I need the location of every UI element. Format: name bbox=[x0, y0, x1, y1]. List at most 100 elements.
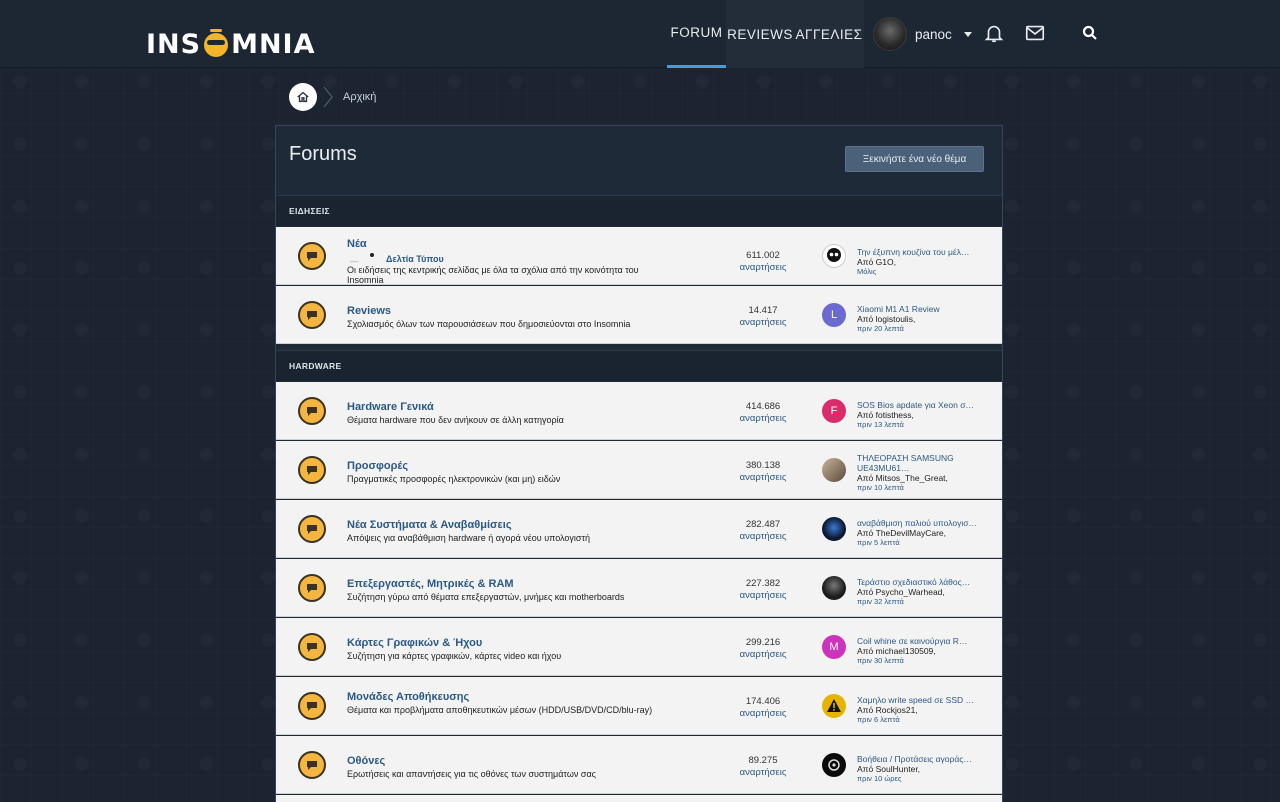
last-post-title[interactable]: Την έξυπνη κουζίνα του μέλ… bbox=[857, 247, 982, 257]
chat-bubble-icon bbox=[298, 751, 326, 779]
chat-bubble-icon bbox=[298, 692, 326, 720]
bell-icon[interactable] bbox=[983, 22, 1005, 44]
last-post-time[interactable]: Μόλις bbox=[857, 267, 982, 277]
site-logo[interactable]: INS MNIA bbox=[146, 29, 316, 60]
last-post-time[interactable]: πριν 32 λεπτά bbox=[857, 597, 982, 607]
breadcrumb-home-link[interactable]: Αρχική bbox=[343, 91, 376, 103]
last-post-author[interactable]: Από Mitsos_The_Great, bbox=[857, 473, 982, 483]
post-count-label: αναρτήσεις bbox=[739, 649, 787, 660]
forum-title[interactable]: Προσφορές bbox=[347, 460, 408, 472]
forum-stats: 282.487 αναρτήσεις bbox=[723, 519, 803, 543]
forum-title[interactable]: Κάρτες Γραφικών & Ήχου bbox=[347, 637, 482, 649]
last-post-time[interactable]: πριν 10 ώρες bbox=[857, 774, 982, 784]
chat-bubble-icon bbox=[298, 242, 326, 270]
last-post-author[interactable]: Από G1O, bbox=[857, 257, 982, 267]
forum-row: Νέα — Δελτία Τύπου Οι ειδήσεις της κεντρ… bbox=[276, 227, 1002, 285]
forum-title[interactable]: Επεξεργαστές, Μητρικές & RAM bbox=[347, 578, 514, 590]
last-post: SOS Bios apdate για Xeon σ… Από fotisthe… bbox=[857, 400, 982, 430]
chevron-right-icon bbox=[323, 86, 333, 108]
last-post-time[interactable]: πριν 30 λεπτά bbox=[857, 656, 982, 666]
forum-row: Reviews Σχολιασμός όλων των παρουσιάσεων… bbox=[276, 286, 1002, 344]
last-post-title[interactable]: Χαμηλο write speed σε SSD … bbox=[857, 695, 982, 705]
mail-icon[interactable] bbox=[1024, 22, 1046, 44]
post-count: 299.216 bbox=[745, 637, 781, 648]
last-post-time[interactable]: πριν 6 λεπτά bbox=[857, 715, 982, 725]
post-count: 14.417 bbox=[748, 305, 778, 316]
last-post-author[interactable]: Από Rockjos21, bbox=[857, 705, 982, 715]
last-post-title[interactable]: ΤΗΛΕΟΡΑΣΗ SAMSUNG UE43MU61… bbox=[857, 453, 982, 473]
category-header-hardware[interactable]: HARDWARE bbox=[276, 350, 1002, 381]
avatar[interactable] bbox=[822, 244, 846, 268]
last-post-title[interactable]: SOS Bios apdate για Xeon σ… bbox=[857, 400, 982, 410]
forum-title[interactable]: Μονάδες Αποθήκευσης bbox=[347, 691, 469, 703]
forum-stats: 227.382 αναρτήσεις bbox=[723, 578, 803, 602]
logo-text-left: INS bbox=[146, 29, 202, 60]
chat-bubble-icon bbox=[298, 301, 326, 329]
forum-row: Νέα Συστήματα & Αναβαθμίσεις Απόψεις για… bbox=[276, 500, 1002, 558]
forum-title[interactable]: Νέα Συστήματα & Αναβαθμίσεις bbox=[347, 519, 512, 531]
chat-bubble-icon bbox=[298, 574, 326, 602]
last-post-title[interactable]: Xiaomi M1 A1 Review bbox=[857, 304, 982, 314]
forum-title[interactable]: Νέα bbox=[347, 238, 367, 250]
last-post-author[interactable]: Από TheDevilMayCare, bbox=[857, 528, 982, 538]
category-header-news[interactable]: ΕΙΔΗΣΕΙΣ bbox=[276, 195, 1002, 226]
forum-title[interactable]: Οθόνες bbox=[347, 755, 385, 767]
avatar[interactable] bbox=[822, 517, 846, 541]
last-post-time[interactable]: πριν 5 λεπτά bbox=[857, 538, 982, 548]
forum-title[interactable]: Reviews bbox=[347, 305, 391, 317]
post-count: 414.686 bbox=[745, 401, 781, 412]
forum-description: Θέματα hardware που δεν ανήκουν σε άλλη … bbox=[347, 415, 564, 425]
last-post-title[interactable]: Coil whine σε καινούργια R… bbox=[857, 636, 982, 646]
avatar bbox=[873, 17, 907, 51]
last-post-author[interactable]: Από michael130509, bbox=[857, 646, 982, 656]
post-count-label: αναρτήσεις bbox=[739, 767, 787, 778]
last-post-title[interactable]: αναβάθμιση παλιού υπολογισ… bbox=[857, 518, 982, 528]
home-button[interactable] bbox=[289, 83, 317, 111]
nav-tab-reviews[interactable]: REVIEWS bbox=[726, 0, 794, 68]
forum-row: Προσφορές Πραγματικές προσφορές ηλεκτρον… bbox=[276, 441, 1002, 499]
user-menu[interactable]: panoc bbox=[873, 16, 972, 52]
search-icon[interactable] bbox=[1082, 25, 1098, 41]
subforum-link[interactable]: Δελτία Τύπου bbox=[386, 254, 444, 264]
last-post-time[interactable]: πριν 20 λεπτά bbox=[857, 324, 982, 334]
last-post-title[interactable]: Βοήθεια / Προτάσεις αγοράς… bbox=[857, 754, 982, 764]
post-count: 380.138 bbox=[745, 460, 781, 471]
last-post-time[interactable]: πριν 10 λεπτά bbox=[857, 483, 982, 493]
forum-stats: 414.686 αναρτήσεις bbox=[723, 401, 803, 425]
forum-description: Πραγματικές προσφορές ηλεκτρονικών (και … bbox=[347, 474, 561, 484]
forum-stats: 611.002 αναρτήσεις bbox=[723, 250, 803, 274]
nav-tab-forum[interactable]: FORUM bbox=[667, 0, 726, 68]
hunter-emblem-icon bbox=[828, 759, 840, 771]
new-thread-button[interactable]: Ξεκινήστε ένα νέο θέμα bbox=[845, 146, 984, 172]
forum-description: Συζήτηση γύρω από θέματα επεξεργαστών, μ… bbox=[347, 592, 625, 602]
avatar[interactable]: L bbox=[822, 303, 846, 327]
forum-title[interactable]: Hardware Γενικά bbox=[347, 401, 434, 413]
home-icon bbox=[297, 91, 309, 103]
last-post-author[interactable]: Από fotisthess, bbox=[857, 410, 982, 420]
last-post-author[interactable]: Από logistoulis, bbox=[857, 314, 982, 324]
last-post-time[interactable]: πριν 13 λεπτά bbox=[857, 420, 982, 430]
post-count: 174.406 bbox=[745, 696, 781, 707]
avatar[interactable] bbox=[822, 576, 846, 600]
last-post: Coil whine σε καινούργια R… Από michael1… bbox=[857, 636, 982, 666]
forum-row: Μονάδες Αποθήκευσης Θέματα και προβλήματ… bbox=[276, 677, 1002, 735]
forum-row: Οθόνες Ερωτήσεις και απαντήσεις για τις … bbox=[276, 736, 1002, 794]
forum-row: Επεξεργαστές, Μητρικές & RAM Συζήτηση γύ… bbox=[276, 559, 1002, 617]
avatar[interactable] bbox=[822, 694, 846, 718]
forum-description: Συζήτηση για κάρτες γραφικών, κάρτες vid… bbox=[347, 651, 562, 661]
last-post-title[interactable]: Τεράστιο σχεδιαστικό λάθος… bbox=[857, 577, 982, 587]
avatar[interactable]: F bbox=[822, 399, 846, 423]
avatar[interactable] bbox=[822, 753, 846, 777]
forum-description: Σχολιασμός όλων των παρουσιάσεων που δημ… bbox=[347, 319, 631, 329]
forum-row-partial bbox=[276, 795, 1002, 802]
nav-tab-classifieds[interactable]: ΑΓΓΕΛΙΕΣ bbox=[794, 0, 864, 68]
forum-description: Απόψεις για αναβάθμιση hardware ή αγορά … bbox=[347, 533, 591, 543]
last-post-author[interactable]: Από Psycho_Warhead, bbox=[857, 587, 982, 597]
last-post: Βοήθεια / Προτάσεις αγοράς… Από SoulHunt… bbox=[857, 754, 982, 784]
avatar[interactable]: M bbox=[822, 635, 846, 659]
forum-row: Hardware Γενικά Θέματα hardware που δεν … bbox=[276, 382, 1002, 440]
post-count-label: αναρτήσεις bbox=[739, 708, 787, 719]
last-post: αναβάθμιση παλιού υπολογισ… Από TheDevil… bbox=[857, 518, 982, 548]
last-post-author[interactable]: Από SoulHunter, bbox=[857, 764, 982, 774]
avatar[interactable] bbox=[822, 458, 846, 482]
